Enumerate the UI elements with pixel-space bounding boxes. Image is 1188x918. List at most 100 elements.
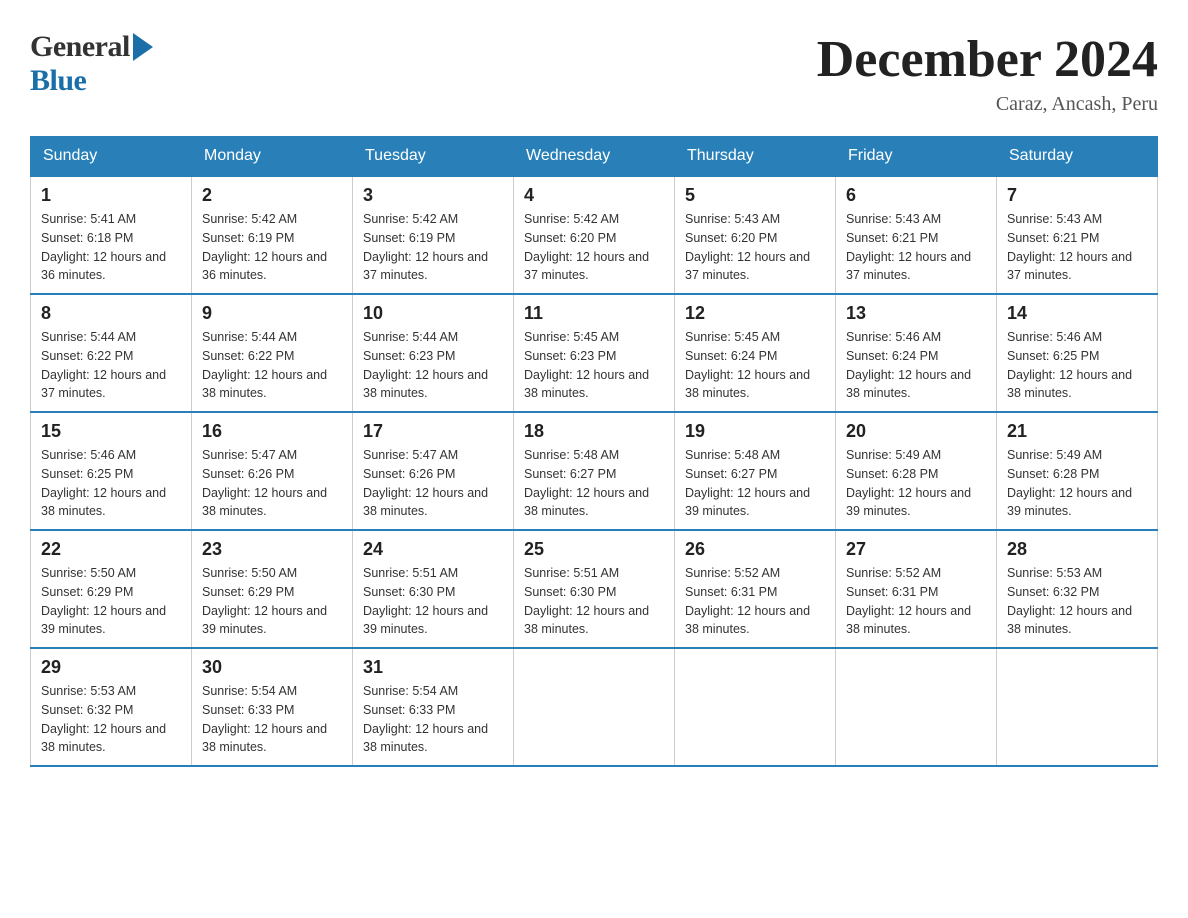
- day-number: 11: [524, 303, 664, 324]
- day-info: Sunrise: 5:51 AMSunset: 6:30 PMDaylight:…: [363, 566, 488, 636]
- day-number: 21: [1007, 421, 1147, 442]
- logo-blue-text: Blue: [30, 64, 86, 97]
- day-number: 23: [202, 539, 342, 560]
- day-number: 1: [41, 185, 181, 206]
- calendar-header-thursday: Thursday: [675, 137, 836, 177]
- day-info: Sunrise: 5:44 AMSunset: 6:23 PMDaylight:…: [363, 330, 488, 400]
- calendar-header-wednesday: Wednesday: [514, 137, 675, 177]
- day-info: Sunrise: 5:52 AMSunset: 6:31 PMDaylight:…: [685, 566, 810, 636]
- calendar-cell: 14 Sunrise: 5:46 AMSunset: 6:25 PMDaylig…: [997, 294, 1158, 412]
- calendar-cell: 12 Sunrise: 5:45 AMSunset: 6:24 PMDaylig…: [675, 294, 836, 412]
- day-number: 7: [1007, 185, 1147, 206]
- day-number: 4: [524, 185, 664, 206]
- day-info: Sunrise: 5:50 AMSunset: 6:29 PMDaylight:…: [41, 566, 166, 636]
- day-number: 2: [202, 185, 342, 206]
- page-title: December 2024: [817, 30, 1158, 89]
- calendar-cell: 21 Sunrise: 5:49 AMSunset: 6:28 PMDaylig…: [997, 412, 1158, 530]
- day-info: Sunrise: 5:48 AMSunset: 6:27 PMDaylight:…: [524, 448, 649, 518]
- calendar-cell: 28 Sunrise: 5:53 AMSunset: 6:32 PMDaylig…: [997, 530, 1158, 648]
- page-header: General Blue December 2024 Caraz, Ancash…: [30, 30, 1158, 116]
- day-number: 18: [524, 421, 664, 442]
- day-number: 15: [41, 421, 181, 442]
- day-number: 19: [685, 421, 825, 442]
- calendar-cell: 22 Sunrise: 5:50 AMSunset: 6:29 PMDaylig…: [31, 530, 192, 648]
- calendar-cell: 3 Sunrise: 5:42 AMSunset: 6:19 PMDayligh…: [353, 176, 514, 294]
- day-info: Sunrise: 5:51 AMSunset: 6:30 PMDaylight:…: [524, 566, 649, 636]
- day-number: 24: [363, 539, 503, 560]
- day-number: 6: [846, 185, 986, 206]
- day-info: Sunrise: 5:43 AMSunset: 6:21 PMDaylight:…: [1007, 212, 1132, 282]
- calendar-week-row: 8 Sunrise: 5:44 AMSunset: 6:22 PMDayligh…: [31, 294, 1158, 412]
- day-number: 3: [363, 185, 503, 206]
- day-info: Sunrise: 5:45 AMSunset: 6:24 PMDaylight:…: [685, 330, 810, 400]
- calendar-week-row: 1 Sunrise: 5:41 AMSunset: 6:18 PMDayligh…: [31, 176, 1158, 294]
- day-number: 25: [524, 539, 664, 560]
- calendar-week-row: 29 Sunrise: 5:53 AMSunset: 6:32 PMDaylig…: [31, 648, 1158, 766]
- calendar-cell: 26 Sunrise: 5:52 AMSunset: 6:31 PMDaylig…: [675, 530, 836, 648]
- calendar-cell: 19 Sunrise: 5:48 AMSunset: 6:27 PMDaylig…: [675, 412, 836, 530]
- calendar-table: SundayMondayTuesdayWednesdayThursdayFrid…: [30, 136, 1158, 767]
- day-number: 20: [846, 421, 986, 442]
- day-number: 30: [202, 657, 342, 678]
- calendar-cell: 20 Sunrise: 5:49 AMSunset: 6:28 PMDaylig…: [836, 412, 997, 530]
- calendar-cell: 7 Sunrise: 5:43 AMSunset: 6:21 PMDayligh…: [997, 176, 1158, 294]
- calendar-cell: 18 Sunrise: 5:48 AMSunset: 6:27 PMDaylig…: [514, 412, 675, 530]
- calendar-cell: 31 Sunrise: 5:54 AMSunset: 6:33 PMDaylig…: [353, 648, 514, 766]
- calendar-week-row: 15 Sunrise: 5:46 AMSunset: 6:25 PMDaylig…: [31, 412, 1158, 530]
- day-info: Sunrise: 5:47 AMSunset: 6:26 PMDaylight:…: [202, 448, 327, 518]
- day-number: 12: [685, 303, 825, 324]
- page-subtitle: Caraz, Ancash, Peru: [817, 93, 1158, 116]
- calendar-cell: [514, 648, 675, 766]
- day-number: 27: [846, 539, 986, 560]
- day-info: Sunrise: 5:54 AMSunset: 6:33 PMDaylight:…: [202, 684, 327, 754]
- calendar-cell: 29 Sunrise: 5:53 AMSunset: 6:32 PMDaylig…: [31, 648, 192, 766]
- day-info: Sunrise: 5:44 AMSunset: 6:22 PMDaylight:…: [41, 330, 166, 400]
- calendar-cell: 17 Sunrise: 5:47 AMSunset: 6:26 PMDaylig…: [353, 412, 514, 530]
- calendar-cell: 6 Sunrise: 5:43 AMSunset: 6:21 PMDayligh…: [836, 176, 997, 294]
- calendar-cell: [997, 648, 1158, 766]
- day-info: Sunrise: 5:49 AMSunset: 6:28 PMDaylight:…: [1007, 448, 1132, 518]
- day-number: 26: [685, 539, 825, 560]
- logo-arrow-icon: [133, 33, 153, 61]
- day-number: 14: [1007, 303, 1147, 324]
- day-info: Sunrise: 5:42 AMSunset: 6:19 PMDaylight:…: [202, 212, 327, 282]
- calendar-cell: 13 Sunrise: 5:46 AMSunset: 6:24 PMDaylig…: [836, 294, 997, 412]
- calendar-cell: 10 Sunrise: 5:44 AMSunset: 6:23 PMDaylig…: [353, 294, 514, 412]
- calendar-header-row: SundayMondayTuesdayWednesdayThursdayFrid…: [31, 137, 1158, 177]
- day-info: Sunrise: 5:45 AMSunset: 6:23 PMDaylight:…: [524, 330, 649, 400]
- day-info: Sunrise: 5:48 AMSunset: 6:27 PMDaylight:…: [685, 448, 810, 518]
- calendar-cell: [675, 648, 836, 766]
- calendar-cell: 4 Sunrise: 5:42 AMSunset: 6:20 PMDayligh…: [514, 176, 675, 294]
- calendar-header-sunday: Sunday: [31, 137, 192, 177]
- calendar-cell: 2 Sunrise: 5:42 AMSunset: 6:19 PMDayligh…: [192, 176, 353, 294]
- day-info: Sunrise: 5:50 AMSunset: 6:29 PMDaylight:…: [202, 566, 327, 636]
- calendar-week-row: 22 Sunrise: 5:50 AMSunset: 6:29 PMDaylig…: [31, 530, 1158, 648]
- calendar-cell: 27 Sunrise: 5:52 AMSunset: 6:31 PMDaylig…: [836, 530, 997, 648]
- day-info: Sunrise: 5:52 AMSunset: 6:31 PMDaylight:…: [846, 566, 971, 636]
- calendar-header-tuesday: Tuesday: [353, 137, 514, 177]
- day-info: Sunrise: 5:54 AMSunset: 6:33 PMDaylight:…: [363, 684, 488, 754]
- calendar-cell: 11 Sunrise: 5:45 AMSunset: 6:23 PMDaylig…: [514, 294, 675, 412]
- day-number: 22: [41, 539, 181, 560]
- calendar-header-saturday: Saturday: [997, 137, 1158, 177]
- calendar-cell: 16 Sunrise: 5:47 AMSunset: 6:26 PMDaylig…: [192, 412, 353, 530]
- calendar-cell: 24 Sunrise: 5:51 AMSunset: 6:30 PMDaylig…: [353, 530, 514, 648]
- day-number: 9: [202, 303, 342, 324]
- calendar-cell: 5 Sunrise: 5:43 AMSunset: 6:20 PMDayligh…: [675, 176, 836, 294]
- day-number: 5: [685, 185, 825, 206]
- day-number: 31: [363, 657, 503, 678]
- calendar-cell: 9 Sunrise: 5:44 AMSunset: 6:22 PMDayligh…: [192, 294, 353, 412]
- day-number: 28: [1007, 539, 1147, 560]
- logo-general-text: General: [30, 30, 130, 64]
- day-info: Sunrise: 5:43 AMSunset: 6:20 PMDaylight:…: [685, 212, 810, 282]
- day-info: Sunrise: 5:42 AMSunset: 6:19 PMDaylight:…: [363, 212, 488, 282]
- day-number: 13: [846, 303, 986, 324]
- day-number: 29: [41, 657, 181, 678]
- calendar-cell: 30 Sunrise: 5:54 AMSunset: 6:33 PMDaylig…: [192, 648, 353, 766]
- day-number: 17: [363, 421, 503, 442]
- day-info: Sunrise: 5:53 AMSunset: 6:32 PMDaylight:…: [41, 684, 166, 754]
- title-section: December 2024 Caraz, Ancash, Peru: [817, 30, 1158, 116]
- calendar-cell: [836, 648, 997, 766]
- day-number: 16: [202, 421, 342, 442]
- day-info: Sunrise: 5:41 AMSunset: 6:18 PMDaylight:…: [41, 212, 166, 282]
